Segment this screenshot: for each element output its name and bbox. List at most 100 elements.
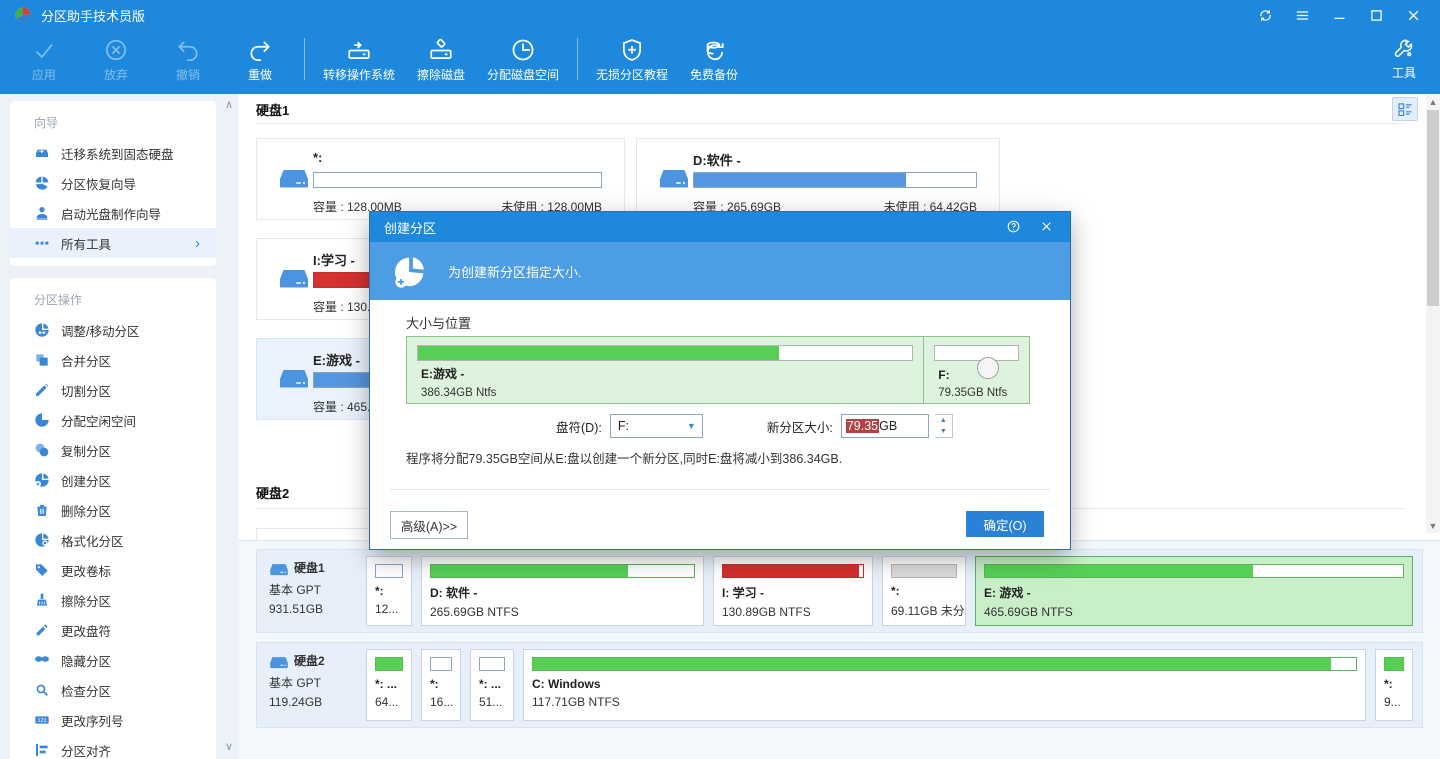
partition-card[interactable]: D:软件 -容量 : 265.69GB未使用 : 64.42GB	[636, 138, 1000, 220]
app-logo-icon	[14, 6, 32, 24]
toolbar-tools-button[interactable]: 工具	[1368, 30, 1440, 81]
sidebar-item[interactable]: 调整/移动分区	[10, 315, 216, 345]
partition-name: C: Windows	[532, 677, 1357, 691]
sidebar-item[interactable]: 分配空闲空间	[10, 405, 216, 435]
partition-block[interactable]: *:9...	[1375, 649, 1413, 721]
sidebar-item[interactable]: 格式化分区	[10, 525, 216, 555]
partition-block[interactable]: C: Windows117.71GB NTFS	[523, 649, 1366, 721]
toolbar-allocate-space-button[interactable]: 分配磁盘空间	[477, 30, 569, 83]
usage-bar	[313, 172, 602, 188]
partition-block[interactable]: I: 学习 -130.89GB NTFS	[713, 556, 873, 626]
sidebar-item[interactable]: 分区对齐	[10, 735, 216, 759]
sidebar-item[interactable]: 更改卷标	[10, 555, 216, 585]
toolbar-discard-button[interactable]: 放弃	[80, 30, 152, 83]
bootdisc-icon	[34, 205, 50, 221]
separator	[256, 123, 1404, 124]
sidebar-item[interactable]: 分区恢复向导	[10, 168, 216, 198]
partition-card[interactable]: *:容量 : 128.00MB未使用 : 128.00MB	[256, 138, 625, 220]
chevron-right-icon: ›	[195, 236, 200, 251]
format-icon	[34, 532, 50, 548]
disk-label[interactable]: 硬盘2基本 GPT119.24GB	[257, 643, 357, 727]
dots-icon	[34, 235, 50, 251]
scroll-thumb[interactable]	[1427, 110, 1439, 306]
main-scrollbar[interactable]: ▲ ▼	[1426, 95, 1440, 533]
usage-bar	[430, 657, 452, 671]
sidebar-item[interactable]: 擦除分区	[10, 585, 216, 615]
sidebar-item[interactable]: 合并分区	[10, 345, 216, 375]
slider-handle[interactable]	[977, 357, 999, 379]
spin-down-icon[interactable]: ▼	[935, 426, 952, 437]
sidebar-item[interactable]: 检查分区	[10, 675, 216, 705]
partition-name: *:	[1384, 677, 1404, 691]
toolbar-button-label: 重做	[248, 66, 272, 83]
sidebar-item[interactable]: 切割分区	[10, 375, 216, 405]
partition-name: D:软件 -	[693, 150, 741, 169]
sidebar-item[interactable]: 隐藏分区	[10, 645, 216, 675]
sidebar-item-label: 迁移系统到固态硬盘	[61, 144, 174, 163]
toolbar-migrate-os-button[interactable]: 转移操作系统	[313, 30, 405, 83]
usage-bar	[479, 657, 505, 671]
toolbar-tutorial-button[interactable]: 无损分区教程	[586, 30, 678, 83]
partition-size: 465.69GB NTFS	[984, 605, 1404, 619]
partition-name: *:	[375, 584, 403, 598]
help-icon[interactable]	[1006, 219, 1023, 236]
sidebar-item[interactable]: 更改盘符	[10, 615, 216, 645]
create-partition-icon	[392, 252, 430, 290]
sidebar-item[interactable]: 创建分区	[10, 465, 216, 495]
close-icon[interactable]	[1039, 219, 1056, 236]
scroll-up-icon[interactable]: ▲	[1426, 95, 1440, 109]
disk-erase-icon	[428, 37, 454, 63]
advanced-button[interactable]: 高级(A)>>	[390, 511, 468, 539]
ok-button[interactable]: 确定(O)	[966, 511, 1044, 537]
refresh-icon[interactable]	[1257, 7, 1274, 24]
maximize-icon[interactable]	[1368, 7, 1385, 24]
drive-icon	[269, 654, 289, 669]
drive-letter-select[interactable]: F: ▼	[610, 414, 703, 438]
menu-icon[interactable]	[1294, 7, 1311, 24]
partition-name: *:	[430, 677, 452, 691]
partition-block[interactable]: D: 软件 -265.69GB NTFS	[421, 556, 704, 626]
toolbar-redo-button[interactable]: 重做	[224, 30, 296, 83]
drive-icon	[269, 561, 289, 576]
left-partition-name: E:游戏 -	[421, 365, 464, 382]
disk-size: 119.24GB	[269, 693, 357, 712]
toolbar-wipe-disk-button[interactable]: 擦除磁盘	[405, 30, 477, 83]
disk-row: 硬盘2基本 GPT119.24GB*: ...64...*:16...*: ..…	[256, 642, 1423, 728]
disk-type: 基本 GPT	[269, 581, 357, 600]
disk-row: 硬盘1基本 GPT931.51GB*:12...D: 软件 -265.69GB …	[256, 549, 1423, 633]
new-size-input[interactable]: 79.35 GB	[841, 414, 929, 438]
partition-block[interactable]: *:12...	[366, 556, 412, 626]
sidebar-item[interactable]: 123更改序列号	[10, 705, 216, 735]
list-view-toggle[interactable]	[1392, 97, 1418, 121]
scroll-down-icon[interactable]: ▼	[1426, 519, 1440, 533]
close-icon[interactable]	[1405, 7, 1422, 24]
toolbar-undo-button[interactable]: 撤销	[152, 30, 224, 83]
toolbar-free-backup-button[interactable]: 免费备份	[678, 30, 750, 83]
spin-up-icon[interactable]: ▲	[935, 415, 952, 426]
sidebar-item[interactable]: 所有工具›	[10, 228, 216, 258]
partition-block[interactable]: *: ...51...	[470, 649, 514, 721]
sidebar-item-label: 更改卷标	[61, 561, 111, 580]
sidebar-scroll-up-icon[interactable]: ∧	[225, 98, 233, 111]
sidebar-item[interactable]: 删除分区	[10, 495, 216, 525]
partition-block[interactable]: *:16...	[421, 649, 461, 721]
partition-block[interactable]: E: 游戏 -465.69GB NTFS	[975, 556, 1413, 626]
partition-name: E:游戏 -	[313, 350, 360, 369]
minimize-icon[interactable]	[1331, 7, 1348, 24]
separator	[390, 489, 1050, 490]
usage-bar	[722, 564, 864, 578]
sidebar-item[interactable]: 复制分区	[10, 435, 216, 465]
disk2-header: 硬盘2	[256, 483, 289, 502]
sidebar-item[interactable]: 启动光盘制作向导	[10, 198, 216, 228]
sidebar-scroll-down-icon[interactable]: ∨	[225, 740, 233, 753]
partition-size: 69.11GB 未分...	[891, 602, 957, 619]
sidebar-item-label: 擦除分区	[61, 591, 111, 610]
new-size-label: 新分区大小:	[767, 417, 833, 436]
wipe-icon	[34, 592, 50, 608]
toolbar-apply-button[interactable]: 应用	[8, 30, 80, 83]
partition-block[interactable]: *: ...64...	[366, 649, 412, 721]
sidebar-item[interactable]: 迁移系统到固态硬盘	[10, 138, 216, 168]
disk-label[interactable]: 硬盘1基本 GPT931.51GB	[257, 550, 357, 632]
partition-block[interactable]: *:69.11GB 未分...	[882, 556, 966, 626]
sidebar-section-title: 向导	[10, 105, 216, 138]
